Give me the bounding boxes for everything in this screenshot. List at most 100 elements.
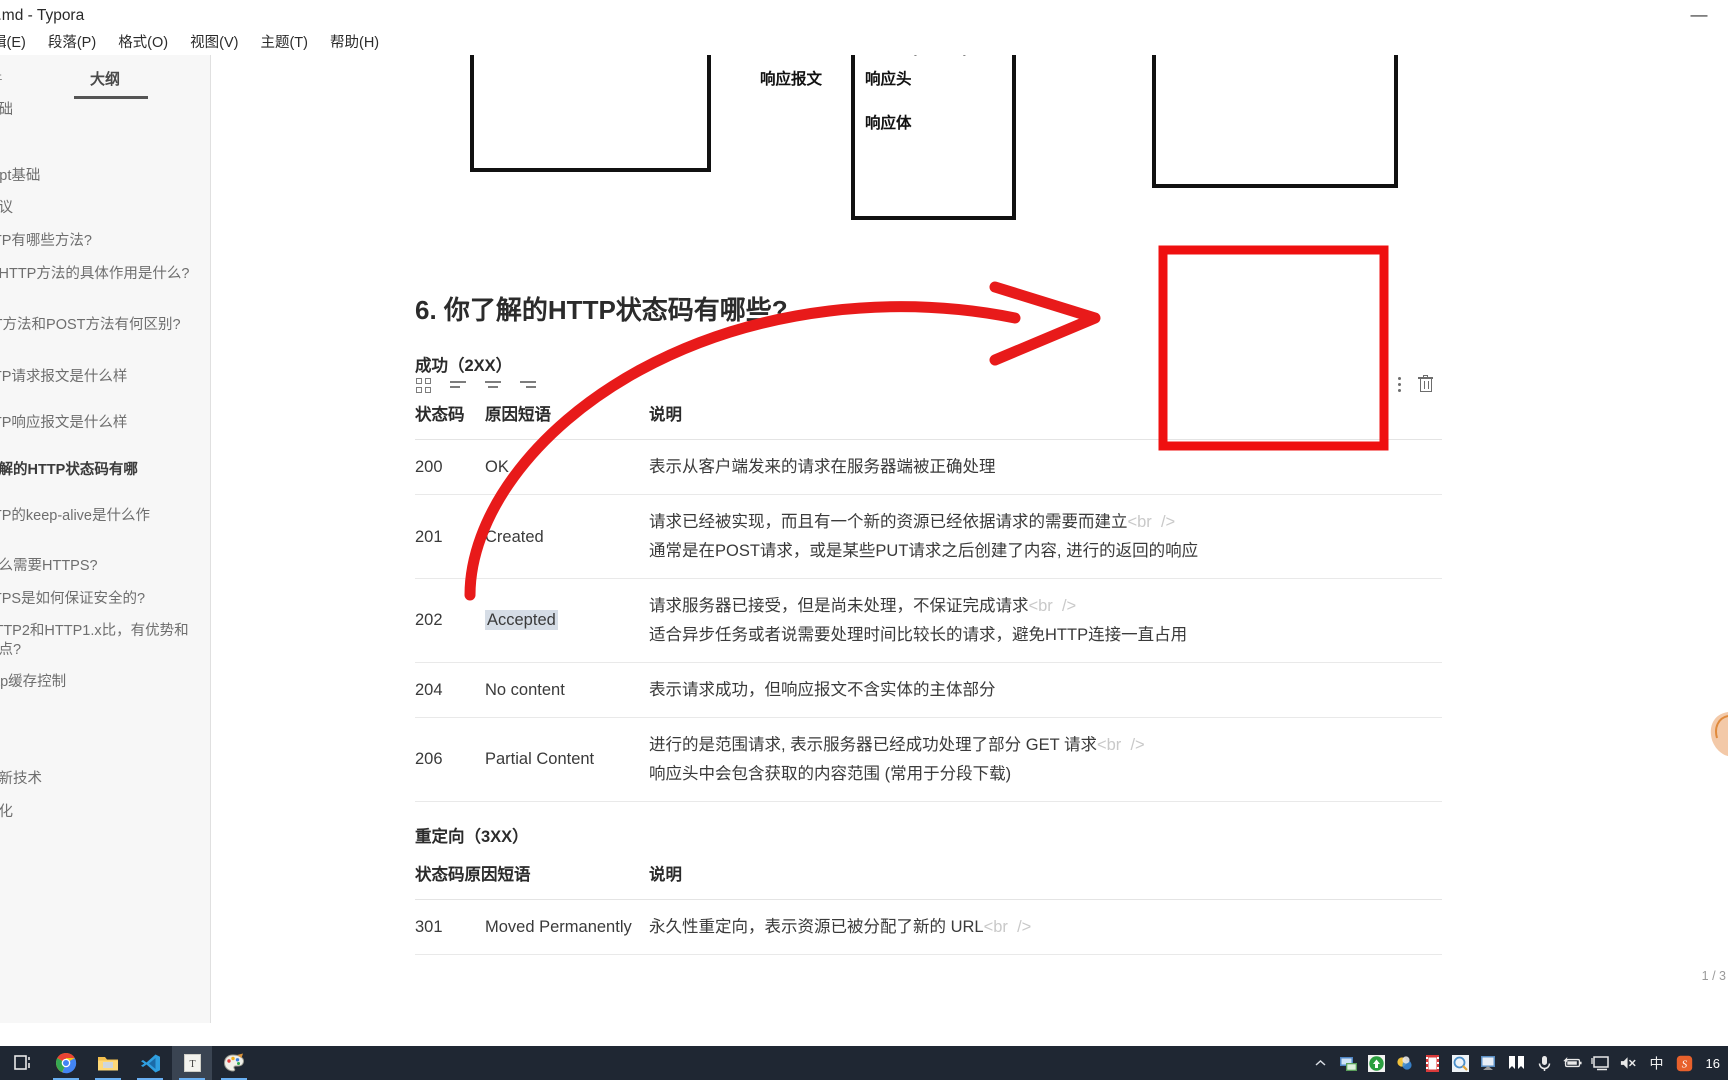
title-bar: 册.md - Typora — [0, 0, 1728, 28]
table-header-desc: 说明 [649, 855, 1442, 900]
description-line: 表示请求成功，但响应报文不含实体的主体部分 [649, 680, 996, 699]
tray-network-icon[interactable] [1590, 1054, 1610, 1073]
sidebar-outline-item-9[interactable]: 了解的HTTP状态码有哪 [0, 461, 138, 480]
menu-help[interactable]: 帮助(H) [319, 31, 390, 52]
table-row[interactable]: 201 Created 请求已经被实现，而且有一个新的资源已经依据请求的需要而建立<… [415, 494, 1442, 580]
menu-paragraph[interactable]: 段落(P) [37, 31, 107, 52]
table-row[interactable]: 200 OK 表示从客户端发来的请求在服务器端被正确处理 [415, 439, 1442, 496]
table-row[interactable]: 202 Accepted 请求服务器已接受，但是尚未处理，不保证完成请求<br />… [415, 578, 1442, 663]
description-line: 通常是在POST请求，或是某些PUT请求之后创建了内容, 进行的返回的响应 [649, 541, 1199, 560]
diagram-box-right [1152, 55, 1398, 188]
sidebar-outline-item-8[interactable]: TTP响应报文是什么样 [0, 414, 127, 433]
description-line: 请求已经被实现，而且有一个新的资源已经依据请求的需要而建立 [649, 513, 1128, 532]
sidebar-outline-item-12[interactable]: TTPS是如何保证安全的? [0, 590, 145, 609]
cell-description: 请求服务器已接受，但是尚未处理，不保证完成请求<br /> 适合异步任务或者说需要… [649, 578, 1442, 663]
table-row[interactable]: 204 No content 表示请求成功，但响应报文不含实体的主体部分 [415, 662, 1442, 719]
sidebar-outline-item-0[interactable]: 基础 [0, 101, 13, 120]
table-toolbar [415, 377, 537, 394]
table-more-options-icon[interactable] [1398, 375, 1402, 393]
align-right-icon[interactable] [520, 377, 537, 394]
taskbar-vscode-icon[interactable] [130, 1046, 170, 1080]
sidebar-tab-outline[interactable]: 大纲 [73, 68, 149, 99]
watermark-text: 海量资源：666java.com [1202, 55, 1403, 56]
tray-snip-icon[interactable] [1479, 1054, 1498, 1073]
table-header-code-phrase: 状态码原因短语 [415, 855, 649, 900]
table-header-row: 状态码 原因短语 说明 [415, 395, 1442, 440]
tray-remote-desktop-icon[interactable] [1339, 1054, 1358, 1073]
cell-description: 表示请求成功，但响应报文不含实体的主体部分 [649, 662, 1442, 719]
description-line: 永久性重定向，表示资源已被分配了新的 URL [649, 918, 984, 936]
table-grid-icon[interactable] [415, 377, 432, 394]
taskbar-paint-icon[interactable] [214, 1046, 254, 1080]
right-edge-sticker-icon [1710, 712, 1728, 756]
page-indicator: 1 / 3 [1701, 969, 1726, 983]
description-line: 响应头中会包含获取的内容范围 (常用于分段下载) [649, 764, 1012, 783]
cell-description: 请求已经被实现，而且有一个新的资源已经依据请求的需要而建立<br /> 通常是在P… [649, 494, 1442, 580]
tray-battery-icon[interactable] [1563, 1054, 1582, 1073]
selected-text-highlight: Accepted [485, 610, 558, 631]
sidebar-outline-item-13[interactable]: HTTP2和HTTP1.x比，有优势和特点? [0, 622, 190, 660]
sidebar-outline-item-5[interactable]: 个HTTP方法的具体作用是什么? [0, 265, 190, 284]
window-minimize-button[interactable]: — [1678, 2, 1720, 26]
tray-chevron-up-icon[interactable] [1311, 1054, 1330, 1073]
sidebar-outline-item-15[interactable]: 与新技术 [0, 770, 42, 789]
sidebar-outline-item-6[interactable]: ET方法和POST方法有何区别? [0, 316, 190, 335]
tray-flags-icon[interactable] [1507, 1054, 1526, 1073]
sidebar: 件 大纲 基础础cript基础协议TTP有哪些方法?个HTTP方法的具体作用是什… [0, 55, 211, 1023]
br-tag-text: <br /> [983, 918, 1032, 936]
taskbar: T 中 S 16 [0, 1046, 1728, 1080]
diagram-label-3: 响应头 [865, 71, 912, 88]
svg-text:中: 中 [1649, 1056, 1663, 1072]
sidebar-outline-item-2[interactable]: cript基础 [0, 167, 40, 186]
sidebar-outline-item-16[interactable]: 程化 [0, 803, 13, 822]
tray-volume-muted-icon[interactable] [1619, 1054, 1638, 1073]
cell-description: 进行的是范围请求, 表示服务器已经成功处理了部分 GET 请求<br /> 响应头… [649, 717, 1442, 802]
table-row[interactable]: 301 Moved Permanently 永久性重定向，表示资源已被分配了新的 U… [415, 899, 1442, 956]
editor-pane[interactable]: 进行响应 响应报文 响应行(状态行) 响应头 响应体 海量资源：666java.… [212, 55, 1728, 1023]
table-header-row: 状态码原因短语 说明 [415, 855, 1442, 900]
cell-description: 永久性重定向，表示资源已被分配了新的 URL<br /> [649, 899, 1442, 956]
align-left-icon[interactable] [450, 377, 467, 394]
br-tag-text: <br /> [1127, 513, 1176, 532]
description-line: 请求服务器已接受，但是尚未处理，不保证完成请求 [649, 597, 1029, 616]
table-row[interactable]: 206 Partial Content 进行的是范围请求, 表示服务器已经成功处理了… [415, 717, 1442, 802]
section-title-2xx: 成功（2XX） [415, 357, 513, 375]
table-delete-icon[interactable] [1418, 375, 1433, 393]
tray-search-icon[interactable] [1451, 1054, 1470, 1073]
sidebar-outline-item-11[interactable]: 什么需要HTTPS? [0, 557, 98, 576]
status-code-table-2xx: 状态码 原因短语 说明 200 OK 表示从客户端发来的请求在服务器端被正确处理 20… [415, 395, 1442, 802]
table-header-desc: 说明 [649, 395, 1442, 440]
menu-theme[interactable]: 主题(T) [249, 31, 319, 52]
tray-microphone-icon[interactable] [1535, 1054, 1554, 1073]
menu-edit[interactable]: 辑(E) [0, 31, 37, 52]
br-tag-text: <br /> [1028, 597, 1077, 616]
menu-view[interactable]: 视图(V) [179, 31, 249, 52]
cell-status-code: 200 [415, 439, 485, 496]
cell-reason-phrase: Moved Permanently [485, 899, 649, 956]
sidebar-outline-item-4[interactable]: TTP有哪些方法? [0, 232, 92, 251]
window-title: 册.md - Typora [0, 7, 85, 24]
cell-status-code: 301 [415, 899, 485, 956]
system-tray: 中 S 16 [1311, 1054, 1728, 1073]
taskbar-typora-icon[interactable]: T [172, 1046, 212, 1080]
sidebar-outline-item-7[interactable]: TTP请求报文是什么样 [0, 368, 127, 387]
menu-format[interactable]: 格式(O) [107, 31, 179, 52]
sidebar-outline-item-3[interactable]: 协议 [0, 199, 13, 218]
sidebar-outline-item-10[interactable]: TTP的keep-alive是什么作 [0, 507, 150, 526]
tray-recorder-icon[interactable] [1423, 1054, 1442, 1073]
sidebar-tab-files[interactable]: 件 [0, 68, 3, 89]
taskbar-taskview-icon[interactable] [4, 1046, 44, 1080]
table-header-code: 状态码 [415, 395, 485, 440]
tray-cloud-icon[interactable] [1395, 1054, 1414, 1073]
tray-sogou-icon[interactable]: S [1675, 1054, 1694, 1073]
taskbar-file-explorer-icon[interactable] [88, 1046, 128, 1080]
diagram-label-1: 响应报文 [760, 71, 823, 88]
table-right-controls [1398, 375, 1433, 393]
sidebar-outline-item-14[interactable]: http缓存控制 [0, 673, 66, 692]
taskbar-clock[interactable]: 16 [1703, 1056, 1720, 1071]
cell-status-code: 201 [415, 494, 485, 580]
align-center-icon[interactable] [485, 377, 502, 394]
taskbar-chrome-icon[interactable] [46, 1046, 86, 1080]
tray-ime-chinese-icon[interactable]: 中 [1647, 1054, 1666, 1073]
tray-update-icon[interactable] [1367, 1054, 1386, 1073]
